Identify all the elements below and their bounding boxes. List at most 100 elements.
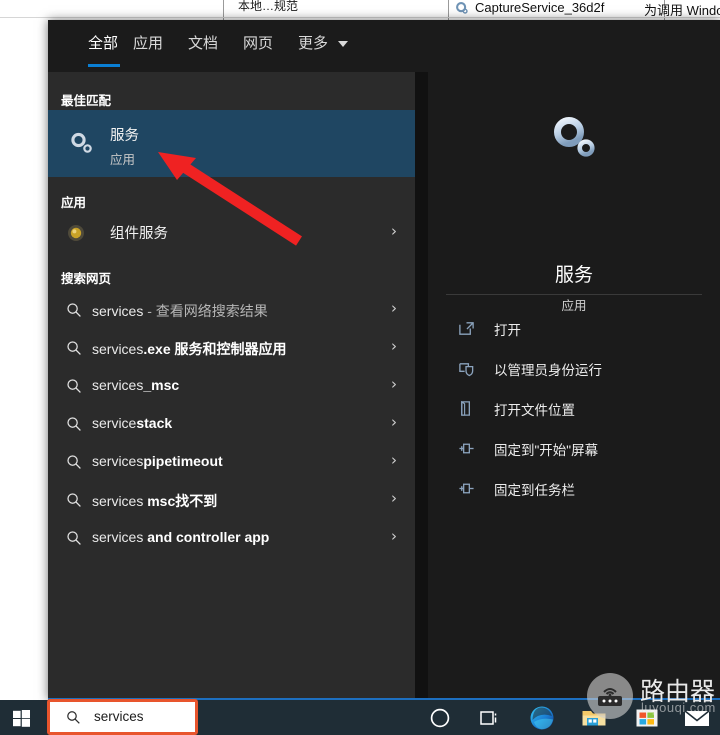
chevron-right-icon[interactable]: ›	[391, 489, 397, 507]
action-pin-to-start[interactable]: 固定到"开始"屏幕	[446, 432, 702, 464]
tab-all[interactable]: 全部	[88, 32, 118, 53]
gear-icon	[456, 2, 468, 14]
task-view-icon[interactable]	[476, 704, 504, 732]
tab-web[interactable]: 网页	[243, 32, 273, 53]
result-best-match[interactable]: 服务 应用	[48, 110, 415, 177]
edge-browser-icon[interactable]	[528, 704, 556, 732]
chevron-right-icon[interactable]: ›	[391, 413, 397, 431]
result-subtitle: 应用	[110, 153, 136, 167]
pin-to-taskbar-icon	[459, 483, 474, 494]
action-pin-to-taskbar[interactable]: 固定到任务栏	[446, 472, 702, 504]
taskbar-search-box[interactable]: services	[50, 702, 195, 733]
search-icon	[67, 493, 81, 507]
result-title: 组件服务	[110, 226, 168, 242]
chevron-right-icon[interactable]: ›	[391, 375, 397, 393]
open-file-location-icon	[461, 400, 470, 416]
web-suggestion-row[interactable]: services and controller app ›	[48, 519, 415, 557]
background-left-text: 本地…规范	[238, 0, 299, 13]
action-label: 固定到任务栏	[494, 483, 575, 498]
suggestion-prefix: services	[92, 529, 148, 545]
search-flyout: 全部 应用 文档 网页 更多 最佳匹配 服务 应用 应用 组件服务 › 搜索网页…	[48, 20, 720, 700]
section-search-web: 搜索网页	[61, 272, 112, 286]
column-separator	[223, 0, 224, 22]
suggestion-suffix: .exe 服务和控制器应用	[143, 341, 287, 357]
pin-to-start-icon	[459, 443, 474, 454]
search-icon	[67, 417, 81, 431]
shield-run-as-admin-icon	[459, 363, 474, 377]
action-open[interactable]: 打开	[446, 312, 702, 344]
chevron-right-icon[interactable]: ›	[391, 451, 397, 469]
suggestion-suffix: msc找不到	[147, 493, 218, 509]
web-suggestion-row[interactable]: servicestack ›	[48, 405, 415, 443]
search-icon	[67, 531, 81, 545]
action-open-file-location[interactable]: 打开文件位置	[446, 392, 702, 424]
suggestion-prefix: services	[92, 303, 144, 319]
chevron-right-icon[interactable]: ›	[391, 222, 397, 240]
suggestion-prefix: services	[92, 493, 148, 509]
web-suggestion-label: services.exe 服务和控制器应用	[92, 339, 287, 359]
web-suggestion-label: servicespipetimeout	[92, 453, 223, 469]
web-suggestion-row[interactable]: services_msc ›	[48, 367, 415, 405]
chevron-right-icon[interactable]: ›	[391, 337, 397, 355]
open-window-icon	[459, 322, 474, 335]
results-column: 最佳匹配 服务 应用 应用 组件服务 › 搜索网页 services - 查看网…	[48, 72, 415, 698]
result-title: 服务	[110, 128, 139, 144]
cortana-icon[interactable]	[426, 704, 454, 732]
services-gear-icon	[71, 132, 92, 153]
web-suggestion-row[interactable]: services - 查看网络搜索结果 ›	[48, 291, 415, 329]
web-suggestion-label: services msc找不到	[92, 491, 217, 511]
web-suggestion-row[interactable]: servicespipetimeout ›	[48, 443, 415, 481]
search-icon	[67, 455, 81, 469]
preview-separator	[446, 294, 702, 295]
chevron-down-icon[interactable]	[338, 41, 348, 47]
preview-app-name: 服务	[554, 265, 593, 286]
suggestion-suffix: and controller app	[147, 529, 270, 545]
action-label: 固定到"开始"屏幕	[494, 443, 599, 458]
web-suggestion-label: services_msc	[92, 377, 179, 393]
watermark-subtitle: luyouqi.com	[641, 700, 716, 715]
chevron-right-icon[interactable]: ›	[391, 527, 397, 545]
web-suggestion-label: services and controller app	[92, 529, 269, 545]
suggestion-prefix: services	[92, 453, 144, 469]
suggestion-suffix: stack	[136, 415, 173, 431]
result-app-component-services[interactable]: 组件服务 ›	[48, 214, 415, 252]
web-suggestion-row[interactable]: services.exe 服务和控制器应用 ›	[48, 329, 415, 367]
search-icon	[67, 379, 81, 393]
panel-divider	[415, 72, 428, 698]
preview-panel: 服务 应用 打开 以管理员身份运行 打开文件位置 固定到"开始"屏幕 固定到任务…	[428, 72, 720, 698]
background-window-title: CaptureService_36d2f	[475, 0, 605, 15]
tab-documents[interactable]: 文档	[188, 32, 218, 53]
screen-root: 本地…规范 CaptureService_36d2f 为调用 Window 全部…	[0, 0, 720, 735]
suggestion-suffix: pipetimeout	[143, 453, 223, 469]
suggestion-prefix: service	[92, 415, 137, 431]
search-input-value: services	[94, 709, 144, 724]
suggestion-prefix: services	[92, 377, 144, 393]
services-gear-icon	[554, 117, 595, 157]
section-best-match: 最佳匹配	[61, 94, 112, 108]
tab-apps[interactable]: 应用	[133, 32, 163, 53]
tab-more[interactable]: 更多	[298, 32, 328, 53]
suggestion-suffix: _msc	[143, 377, 180, 393]
search-tabbar: 全部 应用 文档 网页 更多	[48, 20, 720, 72]
active-tab-underline	[88, 64, 120, 67]
section-apps: 应用	[61, 196, 87, 210]
action-label: 打开	[494, 323, 521, 338]
windows-logo-icon	[13, 710, 30, 727]
header-rule	[0, 17, 720, 18]
web-suggestion-label: services - 查看网络搜索结果	[92, 301, 268, 321]
web-suggestion-row[interactable]: services msc找不到 ›	[48, 481, 415, 519]
web-suggestion-label: servicestack	[92, 415, 172, 431]
chevron-right-icon[interactable]: ›	[391, 299, 397, 317]
router-icon	[587, 673, 633, 719]
background-window-desc: 为调用 Window	[644, 3, 720, 18]
action-run-as-admin[interactable]: 以管理员身份运行	[446, 352, 702, 384]
component-services-icon	[68, 225, 84, 241]
suggestion-suffix: - 查看网络搜索结果	[143, 303, 268, 319]
start-button[interactable]	[0, 700, 48, 735]
search-icon	[67, 341, 81, 355]
action-label: 打开文件位置	[494, 403, 575, 418]
action-label: 以管理员身份运行	[494, 363, 602, 378]
column-separator	[448, 0, 449, 22]
search-icon	[67, 303, 81, 317]
suggestion-prefix: services	[92, 341, 144, 357]
